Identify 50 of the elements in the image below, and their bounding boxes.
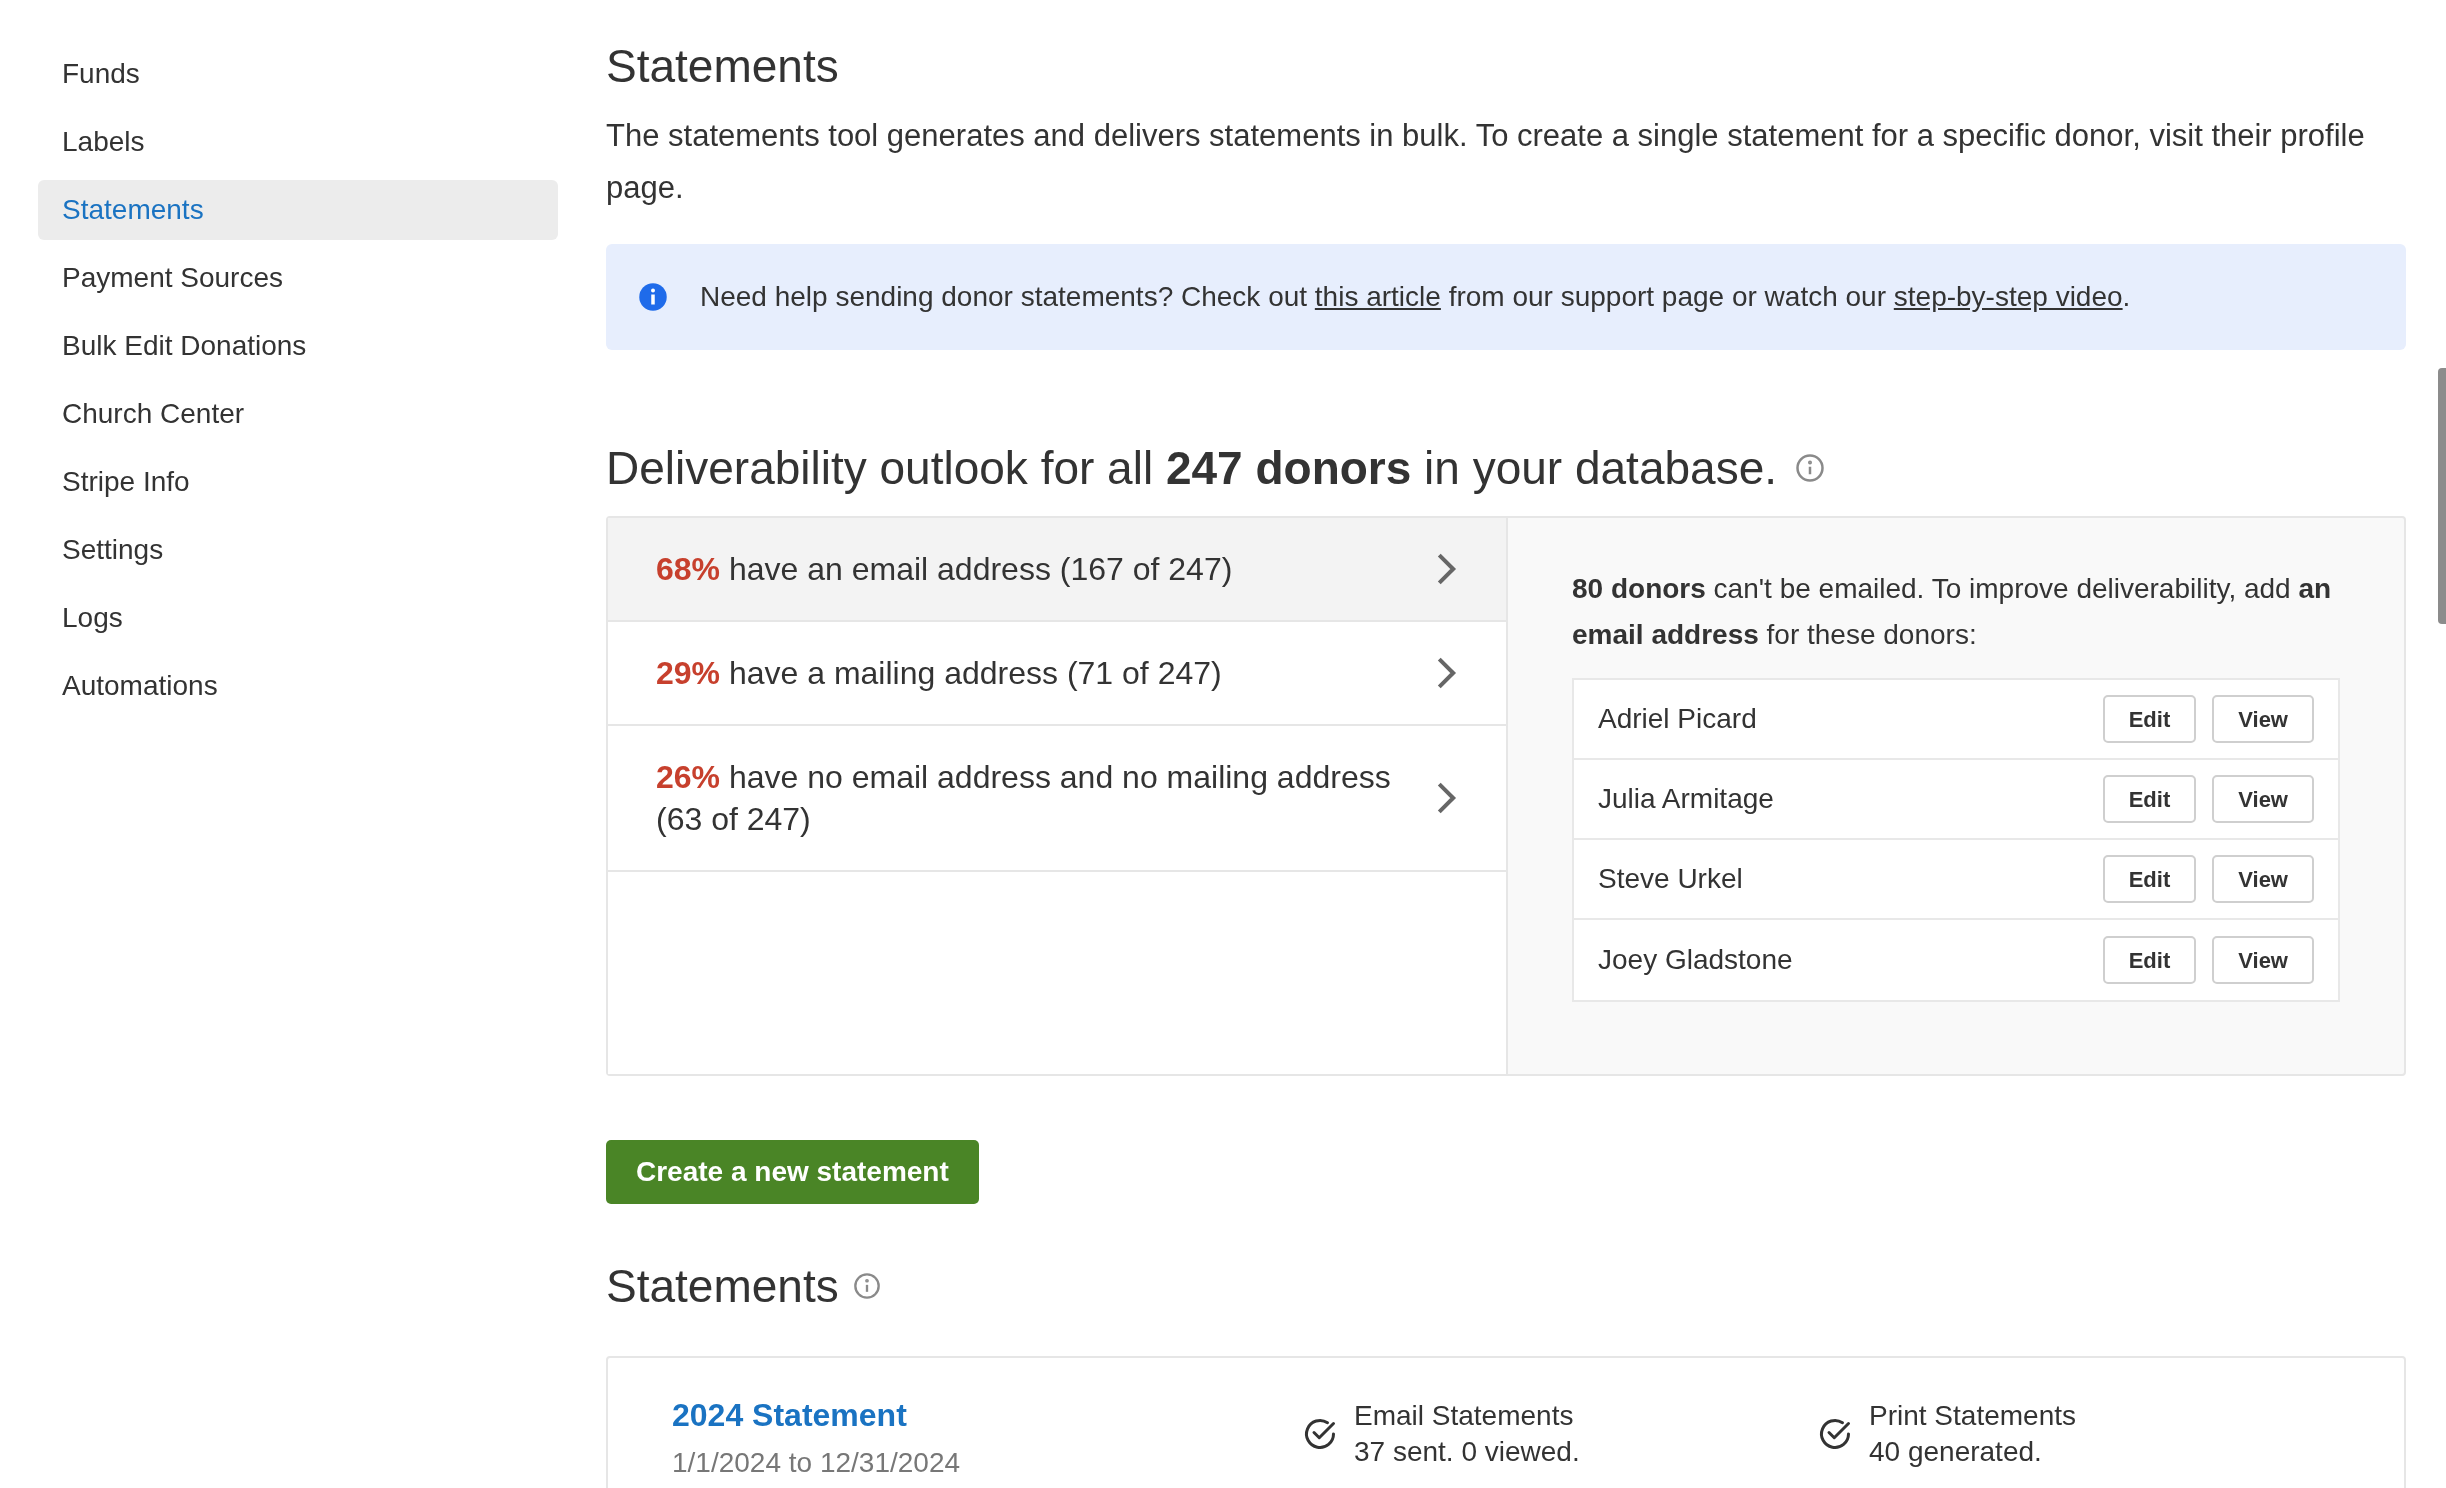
edit-button[interactable]: Edit xyxy=(2102,775,2197,823)
view-button[interactable]: View xyxy=(2212,695,2314,743)
print-statements-status: 40 generated. xyxy=(1869,1435,2043,1469)
video-link[interactable]: step-by-step video xyxy=(1893,281,2123,312)
donor-name: Steve Urkel xyxy=(1598,862,1744,896)
article-link[interactable]: this article xyxy=(1314,281,1441,312)
deliverability-heading: Deliverability outlook for all 247 donors in your database. xyxy=(606,441,1777,496)
info-icon xyxy=(1795,453,1825,483)
statement-link[interactable]: 2024 Statement xyxy=(672,1394,907,1436)
email-statements-label: Email Statements xyxy=(1354,1399,1575,1433)
view-button[interactable]: View xyxy=(2212,855,2314,903)
sidebar-item[interactable]: Church Center xyxy=(38,384,558,444)
check-circle-icon xyxy=(1302,1416,1338,1452)
create-statement-button[interactable]: Create a new statement xyxy=(606,1140,979,1204)
donor-name: Adriel Picard xyxy=(1598,702,1758,736)
info-icon xyxy=(852,1272,881,1300)
donor-name: Joey Gladstone xyxy=(1598,943,1794,977)
help-text: Need help sending donor statements? Check out this article from our support page or watch our step-by-step video. xyxy=(700,280,2131,314)
sidebar-item[interactable]: Logs xyxy=(38,588,558,648)
view-button[interactable]: View xyxy=(2212,775,2314,823)
deliverability-stat: 29% have a mailing address (71 of 247) xyxy=(656,654,1223,693)
chevron-right-icon xyxy=(1436,781,1458,815)
sidebar-item[interactable]: Bulk Edit Donations xyxy=(38,316,558,376)
sidebar-item[interactable]: Payment Sources xyxy=(38,248,558,308)
info-icon xyxy=(638,282,668,312)
statement-date-range: 1/1/2024 to 12/31/2024 xyxy=(672,1446,961,1480)
page-title: Statements xyxy=(606,39,840,94)
edit-button[interactable]: Edit xyxy=(2102,855,2197,903)
sidebar-item[interactable]: Labels xyxy=(38,112,558,172)
check-circle-icon xyxy=(1817,1416,1853,1452)
donor-name: Julia Armitage xyxy=(1598,782,1775,816)
email-statements-status: 37 sent. 0 viewed. xyxy=(1354,1435,1580,1469)
page-description: The statements tool generates and delivers statements in bulk. To create a single statement for a specific donor, visit their profile page. xyxy=(606,117,2366,207)
chevron-right-icon xyxy=(1436,656,1458,690)
scrollbar-thumb[interactable] xyxy=(2438,368,2446,624)
sidebar-item[interactable]: Funds xyxy=(38,44,558,104)
statements-heading: Statements xyxy=(606,1259,839,1314)
sidebar-item[interactable]: Stripe Info xyxy=(38,452,558,512)
print-statements-label: Print Statements xyxy=(1869,1399,2076,1433)
deliverability-stat: 68% have an email address (167 of 247) xyxy=(656,550,1234,589)
edit-button[interactable]: Edit xyxy=(2102,936,2197,984)
view-button[interactable]: View xyxy=(2212,936,2314,984)
deliverability-row[interactable]: 68% have an email address (167 of 247) xyxy=(608,518,1506,622)
edit-button[interactable]: Edit xyxy=(2102,695,2197,743)
sidebar-item[interactable]: Settings xyxy=(38,520,558,580)
deliverability-stat: 26% have no email address and no mailing address (63 of 247) xyxy=(656,758,1392,839)
sidebar-item[interactable]: Automations xyxy=(38,656,558,716)
sidebar-item[interactable]: Statements xyxy=(38,180,558,240)
deliverability-detail: 80 donors can't be emailed. To improve deliverability, add an email address for these donors: xyxy=(1572,572,2333,652)
chevron-right-icon xyxy=(1436,552,1458,586)
